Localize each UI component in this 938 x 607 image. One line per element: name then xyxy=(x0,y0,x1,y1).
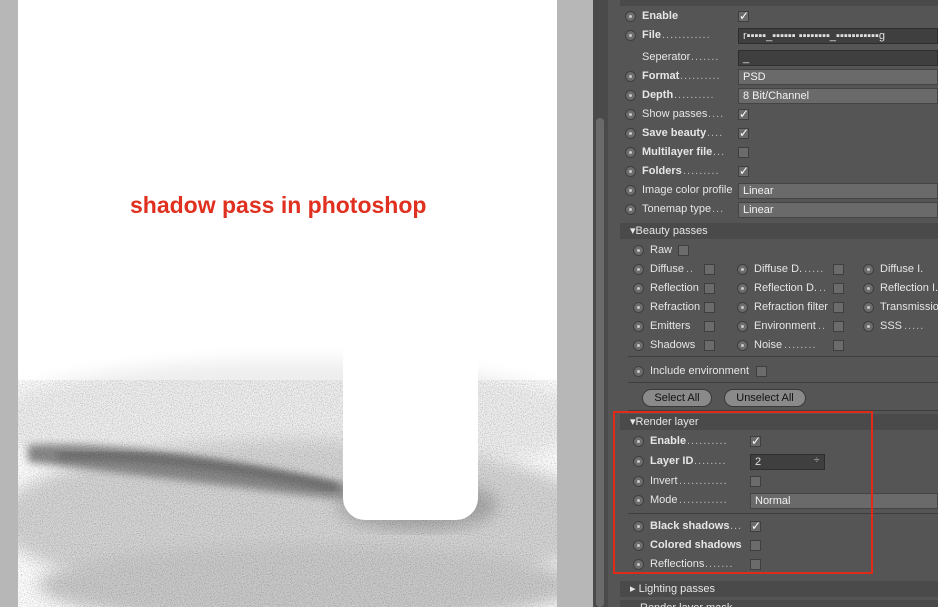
row-label: Seperator xyxy=(642,51,691,63)
radio-icon[interactable] xyxy=(625,147,636,158)
raw-row: Raw xyxy=(608,242,938,261)
radio-icon[interactable] xyxy=(863,264,874,275)
multilayer-file-row: Multilayer file... xyxy=(608,144,938,163)
dropdown[interactable]: Linear xyxy=(738,202,938,218)
select-all-button[interactable]: Select All xyxy=(642,389,712,407)
lighting-passes-header[interactable]: ▸ Lighting passes xyxy=(620,581,938,597)
leader-dots: .......... xyxy=(674,89,715,101)
radio-icon[interactable] xyxy=(863,321,874,332)
radio-icon[interactable] xyxy=(737,340,748,351)
divider xyxy=(628,382,938,383)
checkmark-icon: ✓ xyxy=(739,164,750,178)
leader-dots: .......... xyxy=(680,70,721,82)
row-label: Folders xyxy=(642,165,682,177)
leader-dots: ... xyxy=(713,146,726,158)
pass-sss: SSS..... xyxy=(608,318,938,337)
row-label: Image color profile xyxy=(642,184,733,196)
show-passes-row: Show passes.... ✓ xyxy=(608,106,938,125)
image-color-profile-row: Image color profile Linear xyxy=(608,182,938,201)
render-layer-highlight-box xyxy=(613,411,873,574)
radio-icon[interactable] xyxy=(625,204,636,215)
radio-icon[interactable] xyxy=(625,71,636,82)
row-label: Save beauty xyxy=(642,127,707,139)
divider xyxy=(628,356,938,357)
leader-dots: ... xyxy=(712,203,725,215)
checkbox[interactable] xyxy=(678,245,689,256)
file-row: File............ r▪▪▪▪▪_▪▪▪▪▪▪ ▪▪▪▪▪▪▪▪_▪… xyxy=(608,27,938,46)
radio-icon[interactable] xyxy=(625,166,636,177)
checkmark-icon: ✓ xyxy=(739,107,750,121)
checkbox[interactable] xyxy=(738,147,749,158)
radio-icon[interactable] xyxy=(633,245,644,256)
enable-row: Enable ✓ xyxy=(608,8,938,27)
checkbox[interactable] xyxy=(756,366,767,377)
canvas-scrollbar-thumb[interactable] xyxy=(596,118,604,607)
checkbox[interactable] xyxy=(833,340,844,351)
leader-dots: ............ xyxy=(662,29,711,41)
row-label: File xyxy=(642,29,661,41)
checkmark-icon: ✓ xyxy=(739,126,750,140)
checkmark-icon: ✓ xyxy=(739,9,750,23)
radio-icon[interactable] xyxy=(625,128,636,139)
leader-dots: ..... xyxy=(904,320,925,332)
radio-icon[interactable] xyxy=(625,185,636,196)
radio-icon[interactable] xyxy=(625,90,636,101)
radio-icon[interactable] xyxy=(633,366,644,377)
unselect-all-button[interactable]: Unselect All xyxy=(724,389,806,407)
text-field[interactable]: r▪▪▪▪▪_▪▪▪▪▪▪ ▪▪▪▪▪▪▪▪_▪▪▪▪▪▪▪▪▪▪▪g xyxy=(738,28,938,44)
leader-dots: .... xyxy=(707,127,724,139)
annotation-caption: shadow pass in photoshop xyxy=(130,192,427,218)
document-canvas xyxy=(18,0,557,607)
leader-dots: ....... xyxy=(691,51,720,63)
leader-dots: .... xyxy=(708,108,725,120)
section-title: Lighting passes xyxy=(635,583,716,595)
dropdown[interactable]: PSD xyxy=(738,69,938,85)
dropdown[interactable]: 8 Bit/Channel xyxy=(738,88,938,104)
save-beauty-row: Save beauty.... ✓ xyxy=(608,125,938,144)
row-label: Multilayer file xyxy=(642,146,713,158)
section-title: Render layer mask xyxy=(640,602,732,607)
row-label: Raw xyxy=(650,244,673,256)
radio-icon[interactable] xyxy=(863,283,874,294)
pass-label: SSS xyxy=(880,320,903,332)
pass-label: Transmissio xyxy=(880,301,938,313)
row-label: Show passes xyxy=(642,108,708,120)
pass-reflection-i-: Reflection I. xyxy=(608,280,938,299)
row-label: Enable xyxy=(642,10,679,22)
depth-row: Depth.......... 8 Bit/Channel xyxy=(608,87,938,106)
pass-diffuse-i-: Diffuse I. xyxy=(608,261,938,280)
checkbox[interactable]: ✓ xyxy=(738,107,750,121)
format-row: Format.......... PSD xyxy=(608,68,938,87)
shadow-pass-image xyxy=(18,0,557,607)
leader-dots: ......... xyxy=(683,165,720,177)
pass-label: Noise xyxy=(754,339,783,351)
render-layer-mask-header[interactable]: Render layer mask xyxy=(620,600,938,607)
beauty-passes-header[interactable]: ▾Beauty passes xyxy=(620,223,938,239)
radio-icon[interactable] xyxy=(863,302,874,313)
checkbox[interactable]: ✓ xyxy=(738,126,750,140)
pass-label: Reflection I. xyxy=(880,282,938,294)
row-label: Format xyxy=(642,70,680,82)
separator-row: Seperator....... _ xyxy=(608,49,938,68)
include-environment-row: Include environment xyxy=(608,363,938,382)
folders-row: Folders......... ✓ xyxy=(608,163,938,182)
row-label: Tonemap type xyxy=(642,203,712,215)
radio-icon[interactable] xyxy=(625,30,636,41)
checkbox[interactable]: ✓ xyxy=(738,9,750,23)
row-label: Include environment xyxy=(650,365,750,377)
render-passes-header xyxy=(620,0,938,6)
section-title: Beauty passes xyxy=(635,225,708,237)
pass-label: Diffuse I. xyxy=(880,263,924,275)
tonemap-type-row: Tonemap type... Linear xyxy=(608,201,938,220)
leader-dots: ........ xyxy=(784,339,817,351)
row-label: Depth xyxy=(642,89,674,101)
dropdown[interactable]: Linear xyxy=(738,183,938,199)
text-field[interactable]: _ xyxy=(738,50,938,66)
pass-noise: Noise........ xyxy=(608,337,938,356)
canvas-area: shadow pass in photoshop xyxy=(0,0,593,607)
radio-icon[interactable] xyxy=(625,11,636,22)
radio-icon[interactable] xyxy=(625,109,636,120)
pass-transmissio: Transmissio xyxy=(608,299,938,318)
checkbox[interactable]: ✓ xyxy=(738,164,750,178)
